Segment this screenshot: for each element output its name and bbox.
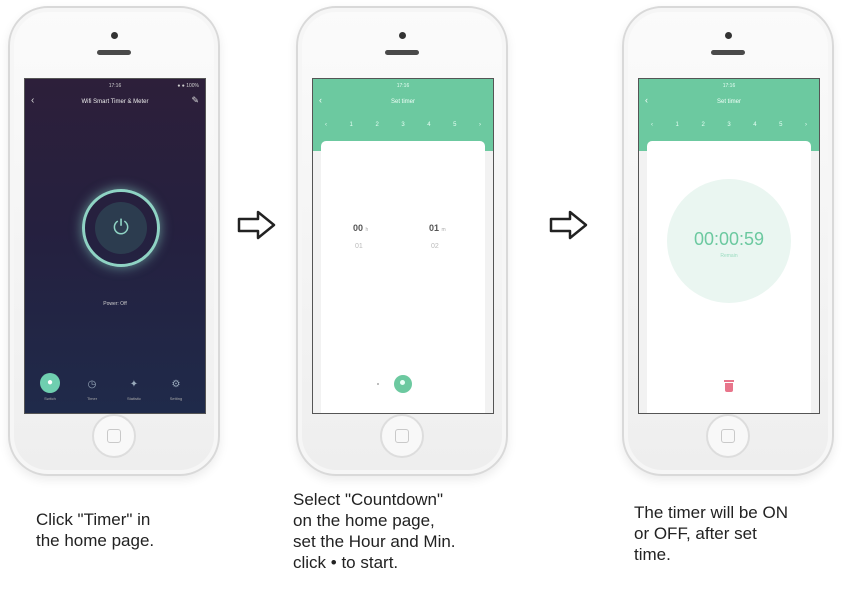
- nav-statistic-button[interactable]: ✦ Statistic: [117, 377, 151, 401]
- home-screen: 17:16 ● ● 100% ‹ Wifi Smart Timer & Mete…: [24, 78, 206, 414]
- nav-label: Timer: [86, 396, 98, 401]
- timer-icon: ◷: [87, 379, 97, 390]
- statistic-icon: ✦: [129, 379, 139, 390]
- camera-icon: [725, 32, 732, 39]
- caption-line: The timer will be ON: [634, 503, 788, 522]
- camera-icon: [399, 32, 406, 39]
- minute-unit: m: [441, 227, 446, 233]
- power-state-text: Power: Off: [103, 301, 127, 307]
- tab-strip: ‹ 1 2 3 4 5 ›: [651, 122, 807, 128]
- phone-mockup-2: 17:16 ‹ Set timer ‹ 1 2 3 4 5 › 00 h 01 …: [296, 6, 508, 476]
- hour-next-value: 01: [355, 243, 363, 250]
- nav-label: Switch: [44, 396, 56, 401]
- countdown-card: 00 h 01 01 m 02: [321, 141, 485, 413]
- caption-step-1: Click "Timer" in the home page.: [36, 509, 154, 551]
- caption-line: on the home page,: [293, 511, 435, 530]
- home-button[interactable]: [706, 414, 750, 458]
- speaker-grille: [97, 50, 131, 55]
- tab-item[interactable]: ‹: [325, 122, 327, 128]
- tab-item[interactable]: 2: [701, 122, 704, 128]
- home-button[interactable]: [380, 414, 424, 458]
- status-time: 17:16: [396, 83, 410, 89]
- caption-line: time.: [634, 545, 671, 564]
- hour-picker[interactable]: 00 h: [353, 223, 368, 233]
- minute-next-value: 02: [431, 243, 439, 250]
- nav-timer-button[interactable]: ◷ Timer: [75, 377, 109, 401]
- tab-item[interactable]: 3: [401, 122, 404, 128]
- tab-item[interactable]: ›: [479, 122, 481, 128]
- tab-strip: ‹ 1 2 3 4 5 ›: [325, 122, 481, 128]
- screen-title: Set timer: [390, 99, 415, 105]
- trash-icon[interactable]: [723, 380, 735, 393]
- speaker-grille: [711, 50, 745, 55]
- power-button[interactable]: ⏻: [82, 189, 160, 267]
- tab-item[interactable]: 4: [753, 122, 756, 128]
- tab-item[interactable]: 3: [727, 122, 730, 128]
- home-button[interactable]: [92, 414, 136, 458]
- caption-step-2: Select "Countdown" on the home page, set…: [293, 489, 456, 573]
- power-icon: ⏻: [95, 202, 147, 254]
- nav-setting-button[interactable]: ⚙ Setting: [159, 377, 193, 401]
- countdown-card: 00:00:59 Remain: [647, 141, 811, 413]
- countdown-caption: Remain: [720, 253, 738, 259]
- tab-item[interactable]: ‹: [651, 122, 653, 128]
- caption-line: Select "Countdown": [293, 490, 444, 509]
- tab-item[interactable]: 5: [779, 122, 782, 128]
- countdown-clock: 00:00:59 Remain: [667, 179, 791, 303]
- tab-item[interactable]: 4: [427, 122, 430, 128]
- tab-item[interactable]: 1: [350, 122, 353, 128]
- tab-item[interactable]: 2: [375, 122, 378, 128]
- start-button[interactable]: [394, 375, 412, 393]
- caption-line: click • to start.: [293, 553, 399, 572]
- caption-line: set the Hour and Min.: [293, 532, 456, 551]
- caption-line: the home page.: [36, 531, 155, 550]
- phone-mockup-1: 17:16 ● ● 100% ‹ Wifi Smart Timer & Mete…: [8, 6, 220, 476]
- speaker-grille: [385, 50, 419, 55]
- status-time: 17:16: [722, 83, 736, 89]
- nav-label: Setting: [169, 396, 183, 401]
- device-title: Wifi Smart Timer & Meter: [81, 99, 149, 105]
- countdown-setup-screen: 17:16 ‹ Set timer ‹ 1 2 3 4 5 › 00 h 01 …: [312, 78, 494, 414]
- screen-title: Set timer: [716, 99, 741, 105]
- minute-value: 01: [429, 223, 440, 233]
- caption-step-3: The timer will be ON or OFF, after set t…: [634, 502, 788, 565]
- gear-icon: ⚙: [171, 379, 181, 390]
- hour-unit: h: [365, 227, 369, 233]
- status-indicators: ● ● 100%: [177, 83, 199, 89]
- countdown-running-screen: 17:16 ‹ Set timer ‹ 1 2 3 4 5 › 00:00:59…: [638, 78, 820, 414]
- countdown-time: 00:00:59: [693, 229, 765, 249]
- minute-picker[interactable]: 01 m: [429, 223, 446, 233]
- edit-icon[interactable]: ✎: [191, 95, 199, 106]
- phone-mockup-3: 17:16 ‹ Set timer ‹ 1 2 3 4 5 › 00:00:59…: [622, 6, 834, 476]
- tab-item[interactable]: 1: [676, 122, 679, 128]
- switch-icon: ●: [40, 373, 60, 393]
- caption-line: Click "Timer" in: [36, 510, 151, 529]
- nav-label: Statistic: [126, 396, 141, 401]
- right-arrow-icon: [237, 210, 276, 240]
- nav-switch-button[interactable]: ● Switch: [33, 373, 67, 401]
- bottom-nav: ● Switch ◷ Timer ✦ Statistic ⚙ Setting: [25, 369, 205, 401]
- tab-item[interactable]: ›: [805, 122, 807, 128]
- camera-icon: [111, 32, 118, 39]
- tab-item[interactable]: 5: [453, 122, 456, 128]
- hour-value: 00: [353, 223, 364, 233]
- caption-line: or OFF, after set: [634, 524, 757, 543]
- indicator-dot: [377, 383, 379, 385]
- right-arrow-icon: [549, 210, 588, 240]
